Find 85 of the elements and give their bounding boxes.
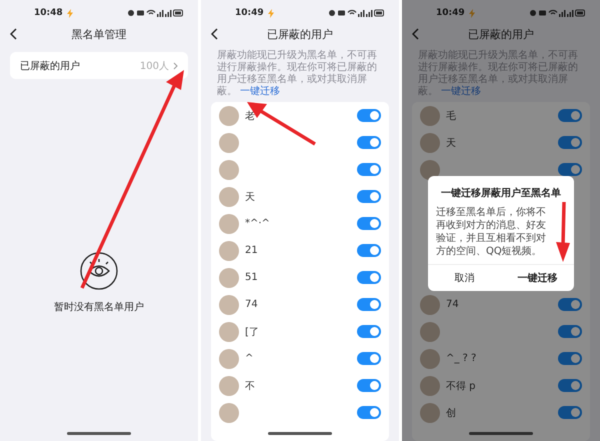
avatar-placeholder [420, 402, 440, 422]
avatar-placeholder [420, 294, 440, 314]
toggle-switch[interactable] [558, 379, 582, 392]
status-time: 10:48 [34, 8, 63, 18]
page-title: 黑名单管理 [72, 26, 126, 42]
toggle-switch[interactable] [558, 325, 582, 338]
avatar-placeholder [420, 322, 440, 342]
user-name: 不 [245, 380, 255, 392]
status-time: 10:49 [436, 8, 465, 18]
user-name: 创 [446, 406, 456, 420]
toggle-switch[interactable] [558, 298, 582, 311]
toggle-switch[interactable] [357, 217, 381, 230]
toggle-switch[interactable] [357, 406, 381, 419]
toggle-switch[interactable] [558, 406, 582, 419]
avatar-placeholder [219, 106, 239, 126]
status-icons [329, 9, 385, 17]
bolt-icon [468, 8, 475, 18]
avatar-placeholder [219, 186, 239, 206]
bolt-icon [268, 8, 274, 18]
user-name: [了 [245, 326, 259, 338]
toggle-switch[interactable] [558, 109, 582, 122]
eye-icon [80, 252, 118, 290]
back-icon[interactable] [211, 28, 218, 40]
user-name: 天 [446, 136, 456, 150]
avatar-placeholder [420, 160, 440, 180]
home-indicator [469, 432, 533, 435]
avatar-placeholder [219, 294, 239, 314]
avatar-placeholder [219, 160, 239, 180]
toggle-switch[interactable] [558, 163, 582, 176]
avatar-placeholder [420, 376, 440, 396]
avatar-placeholder [219, 322, 239, 342]
status-time: 10:49 [235, 8, 264, 18]
user-name: *^·^ [245, 218, 270, 229]
user-name: 74 [245, 299, 258, 310]
user-name: 74 [446, 299, 459, 310]
migrate-link[interactable]: 一键迁移 [240, 86, 280, 97]
avatar-placeholder [420, 348, 440, 368]
dialog-message: 迁移至黑名单后，你将不再收到对方的消息、好友验证，并且互相看不到对方的空间、QQ短视频。 [436, 206, 547, 258]
avatar-placeholder [219, 240, 239, 260]
dialog-title: 一键迁移屏蔽用户至黑名单 [440, 186, 562, 200]
home-indicator [67, 432, 131, 435]
toggle-switch[interactable] [558, 136, 582, 149]
chevron-icon [173, 62, 178, 70]
confirm-button[interactable]: 一键迁移 [501, 265, 574, 291]
user-name: 21 [245, 245, 258, 256]
user-name: 毛 [446, 110, 456, 122]
toggle-switch[interactable] [357, 109, 381, 122]
user-name: ^ [245, 353, 254, 364]
toggle-switch[interactable] [357, 136, 381, 149]
status-icons [128, 9, 184, 17]
avatar-placeholder [420, 132, 440, 152]
notice-text: 屏蔽功能现已升级为黑名单，不可再进行屏蔽操作。现在你可将已屏蔽的用户迁移至黑名单，或对其取消屏蔽。 一键迁移 [217, 50, 378, 98]
back-icon[interactable] [10, 28, 17, 40]
bolt-icon [66, 8, 73, 18]
avatar-placeholder [219, 402, 239, 422]
user-name: 不得 p [446, 380, 476, 392]
avatar-placeholder [420, 106, 440, 126]
cancel-button[interactable]: 取消 [428, 265, 501, 291]
toggle-switch[interactable] [357, 163, 381, 176]
home-indicator [268, 432, 332, 435]
toggle-switch[interactable] [558, 352, 582, 365]
user-name: 天 [245, 190, 255, 204]
avatar-placeholder [219, 214, 239, 234]
annotation-arrow [555, 200, 571, 264]
avatar-placeholder [219, 348, 239, 368]
toggle-switch[interactable] [357, 325, 381, 338]
toggle-switch[interactable] [357, 190, 381, 203]
page-title: 已屏蔽的用户 [267, 26, 333, 42]
status-icons [530, 9, 586, 17]
user-name: 51 [245, 272, 258, 283]
blocked-users-item[interactable]: 已屏蔽的用户 100人 [10, 52, 188, 79]
user-name: 老 [245, 110, 255, 122]
toggle-switch[interactable] [357, 271, 381, 284]
toggle-switch[interactable] [357, 379, 381, 392]
annotation-arrow [245, 100, 317, 146]
toggle-switch[interactable] [357, 244, 381, 257]
avatar-placeholder [219, 268, 239, 288]
page-title: 已屏蔽的用户 [468, 26, 534, 42]
toggle-switch[interactable] [357, 298, 381, 311]
user-name: ^_ ? ? [446, 353, 476, 364]
toggle-switch[interactable] [357, 352, 381, 365]
avatar-placeholder [219, 376, 239, 396]
empty-message: 暂时没有黑名单用户 [54, 300, 144, 314]
avatar-placeholder [219, 132, 239, 152]
notice-text: 屏蔽功能现已升级为黑名单，不可再进行屏蔽操作。现在你可将已屏蔽的用户迁移至黑名单，或对其取消屏蔽。 一键迁移 [418, 50, 579, 98]
